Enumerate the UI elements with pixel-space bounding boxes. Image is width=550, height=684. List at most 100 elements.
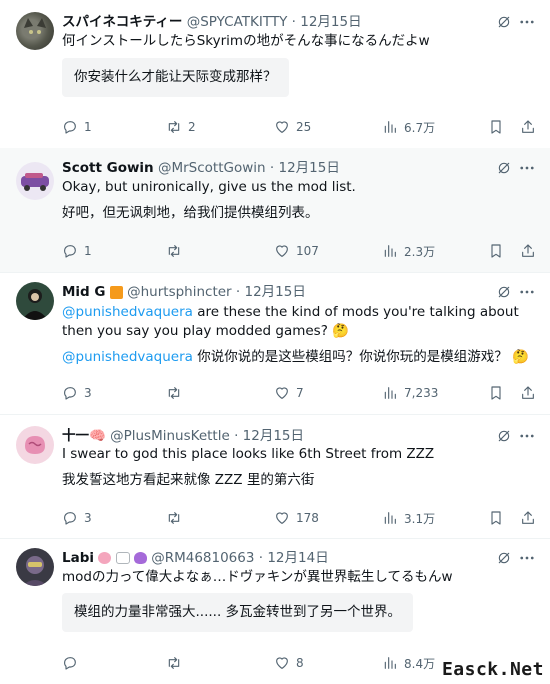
orange-square-emoji — [109, 285, 123, 299]
reply-count: 3 — [84, 511, 92, 525]
like-icon — [274, 243, 290, 259]
tweet-header: 十一🧠 @PlusMinusKettle · 12月15日 — [62, 426, 490, 446]
bookmark-button[interactable] — [488, 384, 504, 402]
avatar[interactable] — [16, 162, 54, 200]
more-icon[interactable] — [518, 549, 536, 567]
bookmark-button[interactable] — [488, 242, 504, 260]
more-icon[interactable] — [518, 283, 536, 301]
views-button[interactable]: 3.1万 — [382, 509, 435, 527]
like-icon — [274, 655, 290, 671]
repost-button[interactable] — [166, 509, 188, 527]
translation-text: @punishedvaquera 你说你说的是这些模组吗？你说你玩的是模组游戏？… — [62, 348, 532, 367]
display-name[interactable]: 十一🧠 — [62, 428, 106, 444]
user-handle[interactable]: @RM46810663 — [151, 550, 254, 566]
display-name[interactable]: Labi — [62, 550, 94, 566]
post-date[interactable]: 12月14日 — [267, 550, 328, 566]
like-count: 25 — [296, 120, 312, 134]
more-icon[interactable] — [518, 13, 536, 31]
tweet-text: Okay, but unironically, give us the mod … — [62, 179, 356, 195]
post-date[interactable]: 12月15日 — [243, 428, 304, 444]
repost-button[interactable] — [166, 654, 188, 672]
bookmark-icon — [488, 510, 504, 526]
reply-count: 1 — [84, 244, 92, 258]
bookmark-button[interactable] — [488, 509, 504, 527]
grok-icon[interactable] — [496, 284, 512, 300]
views-icon — [382, 119, 398, 135]
reply-button[interactable] — [62, 654, 84, 672]
tweet-reply-1[interactable]: スパイネコキティー @SPYCATKITTY · 12月15日 何インストールし… — [0, 0, 550, 149]
like-button[interactable]: 7 — [274, 384, 304, 402]
translation-body: 你说你说的是这些模组吗？你说你玩的是模组游戏？ 🤔 — [192, 349, 529, 365]
separator-dot: · — [291, 14, 296, 30]
mention-link[interactable]: @punishedvaquera — [62, 304, 193, 320]
views-button[interactable]: 2.3万 — [382, 242, 435, 260]
separator-dot: · — [258, 550, 264, 566]
views-icon — [382, 243, 398, 259]
avatar[interactable] — [16, 548, 54, 586]
reply-button[interactable]: 1 — [62, 242, 92, 260]
mention-link[interactable]: @punishedvaquera — [62, 349, 193, 365]
avatar[interactable] — [16, 12, 54, 50]
views-button[interactable]: 8.4万 — [382, 654, 435, 672]
repost-button[interactable] — [166, 384, 188, 402]
reply-icon — [62, 243, 78, 259]
repost-button[interactable]: 2 — [166, 118, 196, 136]
like-icon — [274, 510, 290, 526]
reply-icon — [62, 655, 78, 671]
share-button[interactable] — [520, 384, 536, 402]
bookmark-button[interactable] — [488, 118, 504, 136]
avatar[interactable] — [16, 426, 54, 464]
reply-button[interactable]: 1 — [62, 118, 92, 136]
grok-icon[interactable] — [496, 428, 512, 444]
bookmark-icon — [488, 385, 504, 401]
grok-icon[interactable] — [496, 160, 512, 176]
display-name[interactable]: スパイネコキティー — [62, 14, 182, 30]
post-date[interactable]: 12月15日 — [245, 284, 306, 300]
share-button[interactable] — [520, 242, 536, 260]
grok-icon[interactable] — [496, 14, 512, 30]
like-button[interactable]: 178 — [274, 509, 319, 527]
more-icon[interactable] — [518, 159, 536, 177]
tweet-text: I swear to god this place looks like 6th… — [62, 446, 435, 462]
tweet-reply-4[interactable]: 十一🧠 @PlusMinusKettle · 12月15日 I swear to… — [0, 414, 550, 539]
share-button[interactable] — [520, 118, 536, 136]
tweet-text: @punishedvaquera are these the kind of m… — [62, 303, 532, 341]
views-button[interactable]: 6.7万 — [382, 118, 435, 136]
purple-heart-icon — [133, 552, 147, 564]
user-handle[interactable]: @MrScottGowin — [158, 160, 266, 176]
watermark: Easck.Net — [441, 659, 544, 680]
user-handle[interactable]: @hurtsphincter — [127, 284, 232, 300]
repost-icon — [166, 510, 182, 526]
share-button[interactable] — [520, 509, 536, 527]
post-date[interactable]: 12月15日 — [300, 14, 361, 30]
tweet-reply-3[interactable]: Mid G @hurtsphincter · 12月15日 @punishedv… — [0, 272, 550, 415]
reply-icon — [62, 385, 78, 401]
like-count: 7 — [296, 386, 304, 400]
more-icon[interactable] — [518, 427, 536, 445]
separator-dot: · — [234, 428, 239, 444]
like-button[interactable]: 107 — [274, 242, 319, 260]
display-name[interactable]: Mid G — [62, 284, 106, 300]
tweet-reply-2[interactable]: Scott Gowin @MrScottGowin · 12月15日 Okay,… — [0, 148, 550, 273]
like-icon — [274, 385, 290, 401]
reply-button[interactable]: 3 — [62, 509, 92, 527]
translation-box: 你安装什么才能让天际变成那样？ — [62, 58, 289, 97]
like-button[interactable]: 25 — [274, 118, 311, 136]
grok-icon[interactable] — [496, 550, 512, 566]
reply-button[interactable]: 3 — [62, 384, 92, 402]
view-count: 7,233 — [404, 386, 439, 400]
repost-button[interactable] — [166, 242, 188, 260]
user-handle[interactable]: @PlusMinusKettle — [110, 428, 230, 444]
user-handle[interactable]: @SPYCATKITTY — [187, 14, 288, 30]
tweet-text: modの力って偉大よなぁ…ドヴァキンが異世界転生してるもんw — [62, 569, 453, 585]
like-button[interactable]: 8 — [274, 654, 304, 672]
separator-dot: · — [235, 284, 241, 300]
display-name[interactable]: Scott Gowin — [62, 160, 154, 176]
like-icon — [274, 119, 290, 135]
view-count: 3.1万 — [404, 511, 436, 526]
tweet-header: Scott Gowin @MrScottGowin · 12月15日 — [62, 158, 490, 178]
views-button[interactable]: 7,233 — [382, 384, 438, 402]
avatar[interactable] — [16, 282, 54, 320]
like-count: 107 — [296, 244, 319, 258]
post-date[interactable]: 12月15日 — [278, 160, 339, 176]
